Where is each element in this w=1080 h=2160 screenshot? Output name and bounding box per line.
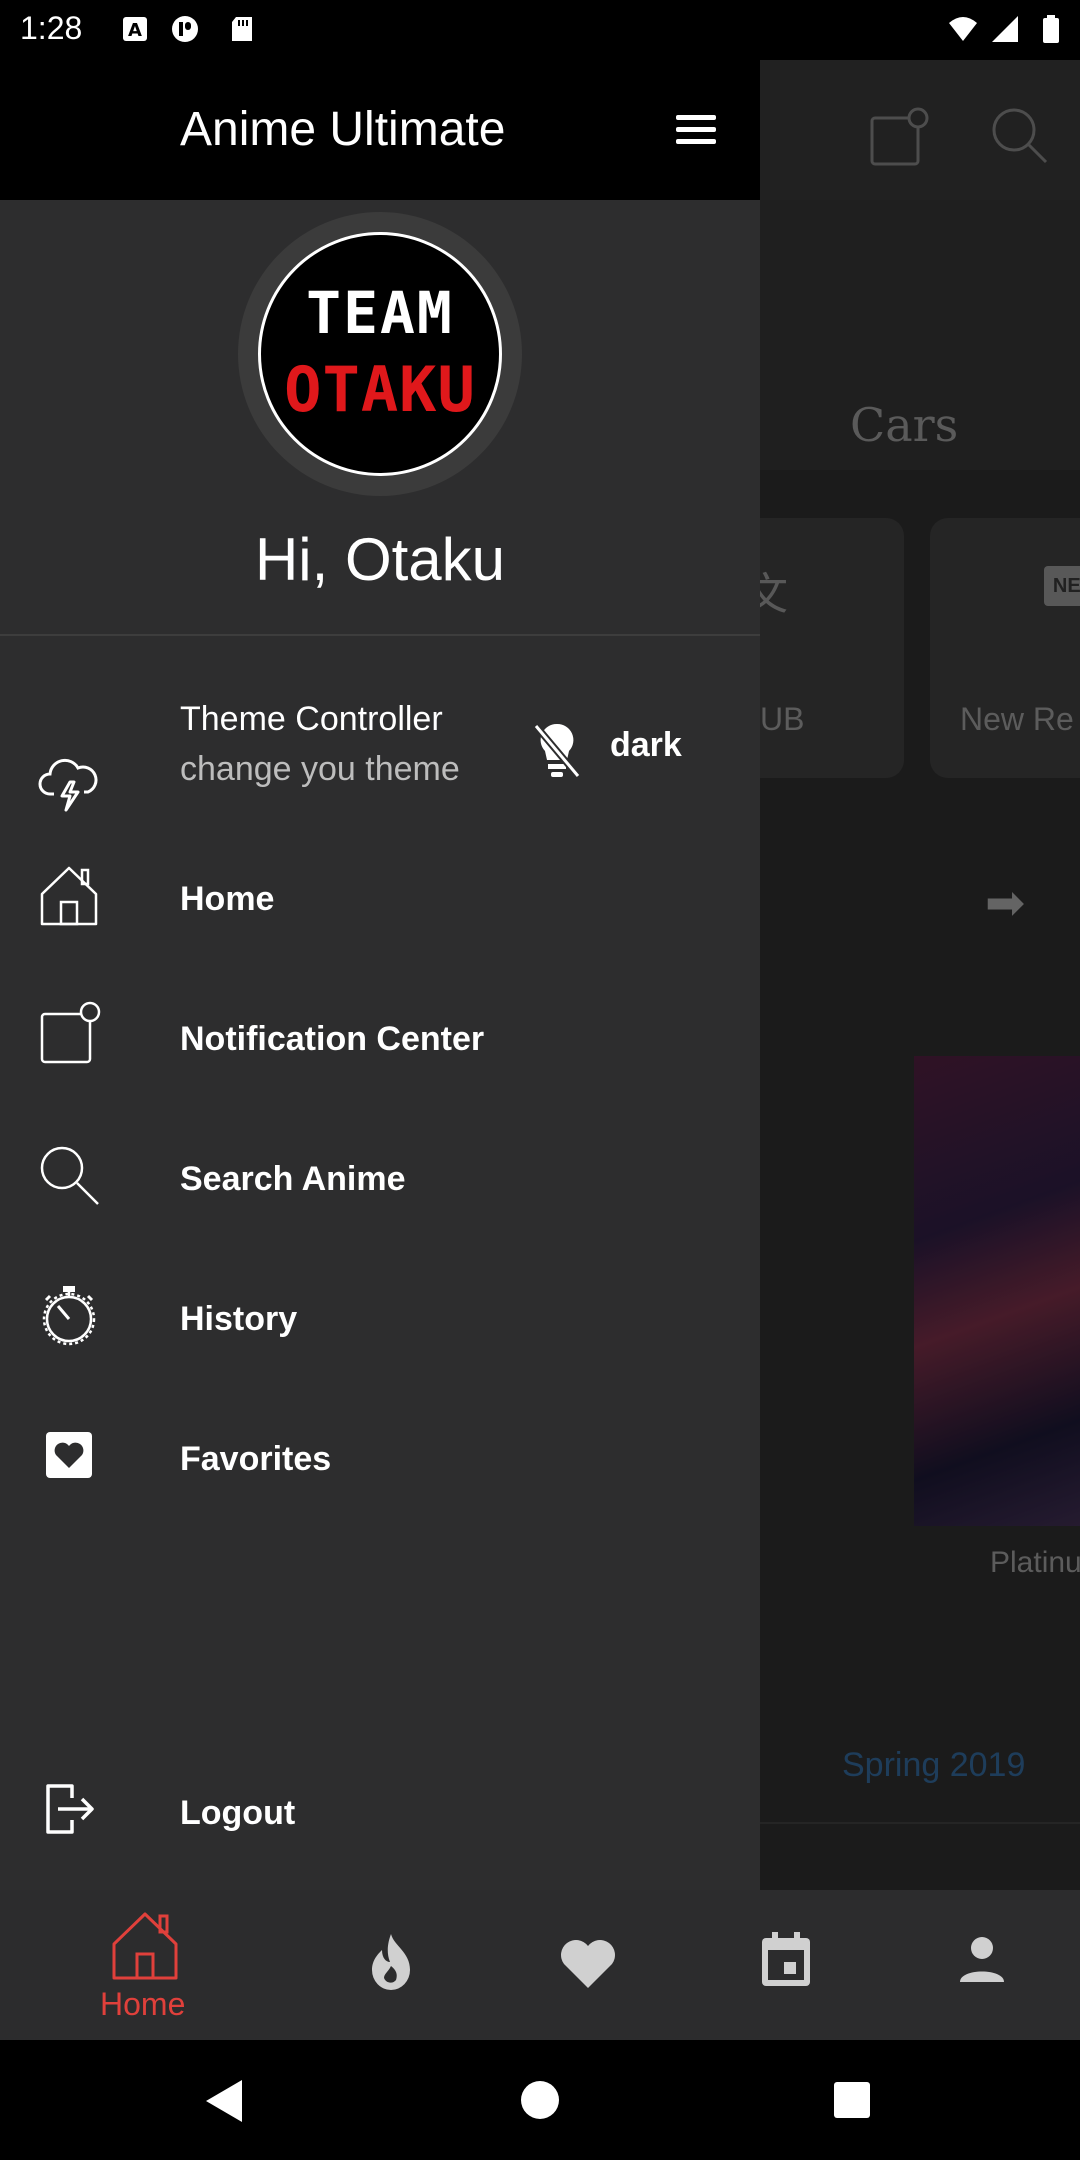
stopwatch-icon <box>42 1286 96 1346</box>
drawer-item-home[interactable]: Home <box>0 866 760 986</box>
home-circle-icon[interactable] <box>520 2080 560 2120</box>
person-icon <box>960 1937 1004 1982</box>
drawer-header: Anime Ultimate <box>0 60 760 200</box>
navigation-drawer: Anime Ultimate TEAM OTAKU Hi, Otaku Them… <box>0 60 760 1890</box>
bottom-navigation: Home <box>0 1890 1080 2040</box>
divider <box>0 634 760 636</box>
battery-icon <box>1043 15 1059 43</box>
theme-value[interactable]: dark <box>610 726 682 765</box>
drawer-item-label: Logout <box>180 1794 296 1832</box>
logout-icon <box>46 1784 94 1834</box>
avatar-text-bottom: OTAKU <box>284 353 476 426</box>
drawer-item-label: History <box>180 1300 298 1338</box>
theme-title: Theme Controller <box>180 700 443 738</box>
nav-item-schedule[interactable] <box>726 1890 846 2040</box>
drawer-item-label: Home <box>180 880 275 918</box>
drawer-item-history[interactable]: History <box>0 1286 760 1406</box>
drawer-item-label: Search Anime <box>180 1160 406 1198</box>
calendar-icon <box>762 1932 810 1986</box>
drawer-item-notification-center[interactable]: Notification Center <box>0 1001 760 1126</box>
status-time: 1:28 <box>20 10 83 46</box>
svg-text:A: A <box>128 20 142 41</box>
drawer-item-logout[interactable]: Logout <box>0 1780 760 1900</box>
heart-icon <box>561 1940 615 1988</box>
system-navigation-bar <box>0 2040 1080 2160</box>
nav-item-trending[interactable] <box>332 1890 452 2040</box>
back-icon[interactable] <box>204 2078 244 2124</box>
drawer-item-label: Favorites <box>180 1440 332 1478</box>
cell-signal-icon <box>992 16 1018 42</box>
avatar[interactable]: TEAM OTAKU <box>258 232 502 476</box>
drawer-title: Anime Ultimate <box>180 103 506 156</box>
theme-subtitle: change you theme <box>180 750 460 788</box>
avatar-text-top: TEAM <box>306 279 454 347</box>
home-icon <box>112 1912 178 1980</box>
search-icon <box>40 1146 99 1205</box>
nav-item-favorites[interactable] <box>528 1890 648 2040</box>
drawer-item-search-anime[interactable]: Search Anime <box>0 1146 760 1266</box>
lightbulb-off-icon[interactable] <box>532 720 582 780</box>
p-icon <box>172 16 198 42</box>
menu-icon[interactable] <box>670 105 720 155</box>
nav-home-label: Home <box>100 1986 186 2022</box>
home-icon <box>40 866 98 926</box>
recents-icon[interactable] <box>832 2080 872 2120</box>
storm-cloud-icon <box>38 758 98 812</box>
status-bar: 1:28 A <box>0 0 1080 60</box>
fire-icon <box>372 1934 410 1990</box>
wifi-icon <box>949 17 977 41</box>
notification-icon <box>40 1001 101 1064</box>
sd-card-icon <box>232 17 252 41</box>
heart-box-icon <box>46 1432 92 1478</box>
drawer-item-label: Notification Center <box>180 1020 485 1058</box>
greeting: Hi, Otaku <box>254 526 506 593</box>
a-icon: A <box>123 17 147 41</box>
drawer-item-favorites[interactable]: Favorites <box>0 1426 760 1546</box>
nav-item-profile[interactable] <box>922 1890 1042 2040</box>
